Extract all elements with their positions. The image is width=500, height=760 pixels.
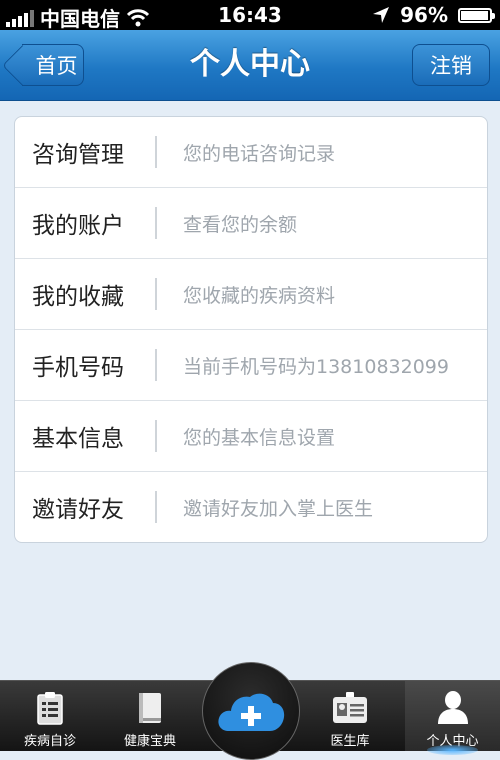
menu-item-desc: 您的基本信息设置 [183,426,336,449]
menu-item-desc: 您的电话咨询记录 [183,142,336,165]
tab-self-diagnosis[interactable]: 疾病自诊 [5,681,95,751]
tab-label: 医生库 [330,734,370,749]
menu-item-label: 邀请好友 [32,497,124,523]
active-indicator [427,745,478,755]
cloud-plus-icon [218,693,285,731]
logout-button-label: 注销 [430,54,472,78]
menu-item-label: 我的收藏 [32,284,124,310]
menu-item-invite[interactable]: 邀请好友 邀请好友加入掌上医生 [15,472,487,542]
status-right: 96% [372,3,495,27]
nav-bar: 首页 个人中心 注销 [0,30,500,101]
battery-percent: 96% [400,3,448,27]
status-bar: 中国电信 16:43 96% [0,0,500,31]
tab-personal-center[interactable]: 个人中心 [405,681,500,755]
menu-item-consult[interactable]: 咨询管理 您的电话咨询记录 [15,117,487,188]
logout-button[interactable]: 注销 [412,44,490,86]
tab-label: 健康宝典 [123,734,176,749]
menu-item-desc: 当前手机号码为13810832099 [183,355,449,378]
tab-label: 疾病自诊 [23,734,76,749]
clipboard-icon [37,692,63,725]
menu-item-desc: 邀请好友加入掌上医生 [183,497,374,520]
menu-item-label: 基本信息 [32,426,124,452]
center-cloud-button[interactable] [202,662,300,760]
menu-item-desc: 您收藏的疾病资料 [183,284,336,307]
menu-item-desc: 查看您的余额 [183,213,298,236]
menu-list: 咨询管理 您的电话咨询记录 我的账户 查看您的余额 我的收藏 您收藏的疾病资料 … [14,116,488,543]
id-card-icon [333,692,367,723]
book-icon [139,693,161,723]
menu-item-favorites[interactable]: 我的收藏 您收藏的疾病资料 [15,259,487,330]
menu-item-label: 咨询管理 [32,142,124,168]
battery-icon [458,7,495,23]
menu-item-account[interactable]: 我的账户 查看您的余额 [15,188,487,259]
menu-item-phone[interactable]: 手机号码 当前手机号码为13810832099 [15,330,487,401]
menu-item-label: 手机号码 [32,355,124,381]
location-arrow-icon [373,7,390,23]
menu-item-label: 我的账户 [32,213,124,239]
battery-fill [461,10,488,20]
tab-doctor-library[interactable]: 医生库 [305,681,395,751]
person-icon [437,691,468,724]
tab-health-book[interactable]: 健康宝典 [105,681,195,751]
menu-item-profile[interactable]: 基本信息 您的基本信息设置 [15,401,487,472]
